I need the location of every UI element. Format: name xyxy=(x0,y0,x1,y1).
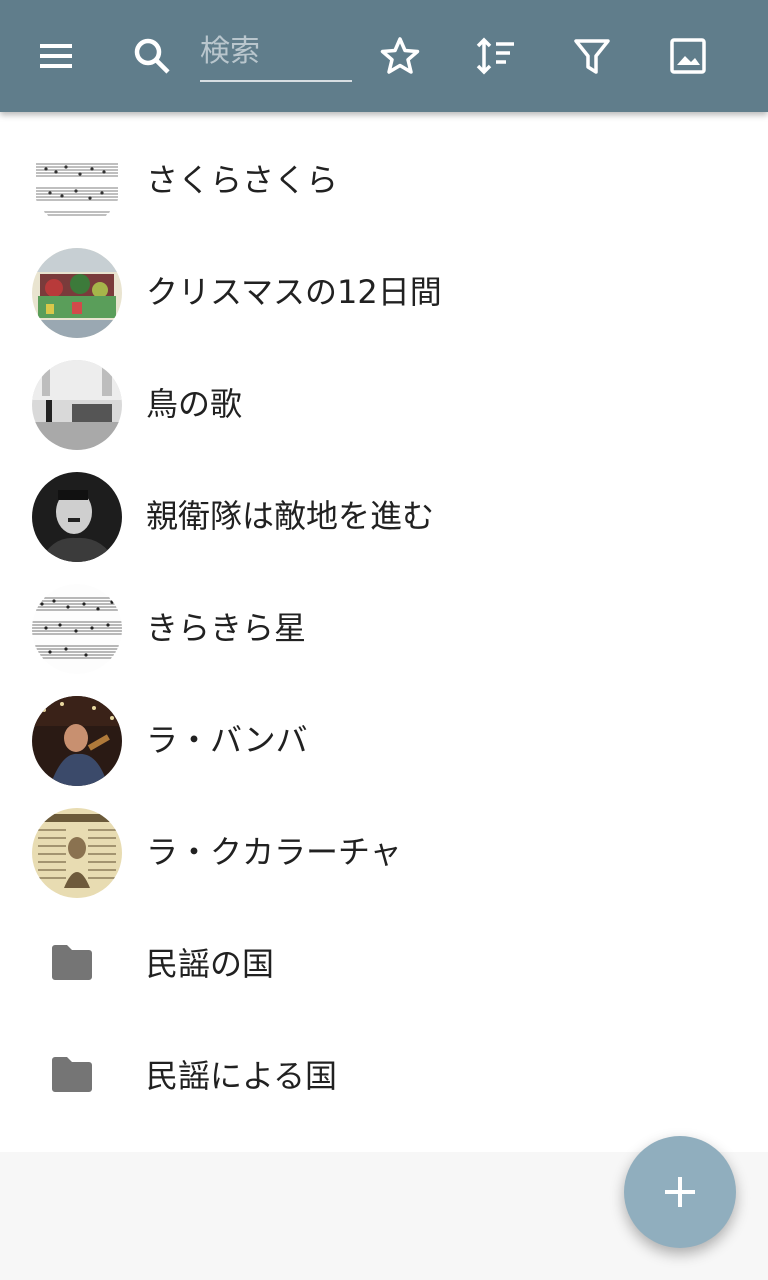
list-item[interactable]: きらきら星 xyxy=(0,572,768,684)
list-item[interactable]: 民謡による国 xyxy=(0,1020,768,1132)
search-field[interactable] xyxy=(200,24,352,82)
list-item[interactable]: クリスマスの12日間 xyxy=(0,236,768,348)
folder-title: 民謡の国 xyxy=(146,945,275,983)
search-icon[interactable] xyxy=(128,32,176,80)
add-button[interactable] xyxy=(624,1136,736,1248)
photo-thumbnail xyxy=(32,696,122,786)
poster-thumbnail xyxy=(32,808,122,898)
sheet-music-thumbnail xyxy=(32,136,122,226)
filter-icon[interactable] xyxy=(568,32,616,80)
song-title: 鳥の歌 xyxy=(146,385,243,423)
song-title: さくらさくら xyxy=(146,161,339,199)
portrait-thumbnail xyxy=(32,472,122,562)
search-input[interactable] xyxy=(200,24,352,78)
song-title: ラ・クカラーチャ xyxy=(146,833,402,871)
list-item[interactable]: 親衛隊は敵地を進む xyxy=(0,460,768,572)
sort-icon[interactable] xyxy=(472,32,520,80)
song-title: きらきら星 xyxy=(146,609,307,647)
menu-icon[interactable] xyxy=(32,32,80,80)
song-title: クリスマスの12日間 xyxy=(146,273,442,311)
list-item[interactable]: ラ・バンバ xyxy=(0,684,768,796)
folder-icon xyxy=(50,1054,94,1094)
image-icon[interactable] xyxy=(664,32,712,80)
photo-thumbnail xyxy=(32,360,122,450)
song-title: 親衛隊は敵地を進む xyxy=(146,497,435,535)
list-item[interactable]: 民謡の国 xyxy=(0,908,768,1020)
list-item[interactable]: ラ・クカラーチャ xyxy=(0,796,768,908)
song-list: さくらさくら クリスマスの12日間 鳥の歌 親衛隊は敵地を進む きらきら星 ラ・… xyxy=(0,112,768,1152)
folder-icon xyxy=(50,942,94,982)
list-item[interactable]: さくらさくら xyxy=(0,124,768,236)
stamp-thumbnail xyxy=(32,248,122,338)
app-toolbar xyxy=(0,0,768,112)
plus-icon xyxy=(665,1177,695,1207)
sheet-music-thumbnail xyxy=(32,584,122,674)
folder-title: 民謡による国 xyxy=(146,1057,338,1095)
star-icon[interactable] xyxy=(376,32,424,80)
list-item[interactable]: 鳥の歌 xyxy=(0,348,768,460)
song-title: ラ・バンバ xyxy=(146,721,308,759)
